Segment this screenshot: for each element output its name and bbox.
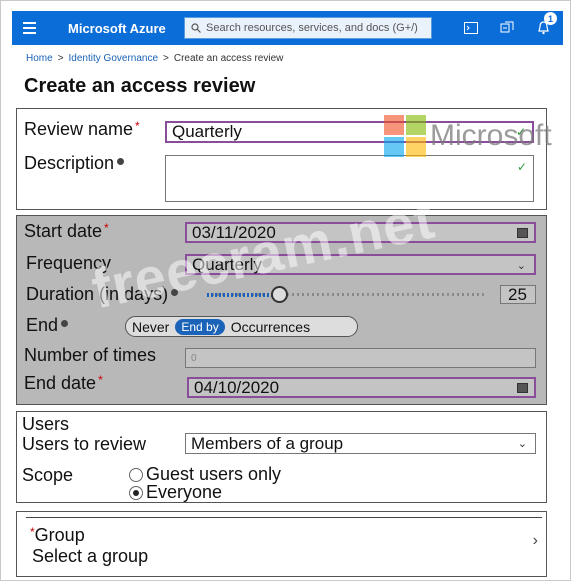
duration-input[interactable]: 25 bbox=[500, 285, 536, 304]
chevron-down-icon: ⌄ bbox=[516, 260, 526, 272]
group-placeholder: Select a group bbox=[32, 546, 149, 566]
end-date-label: End date * bbox=[24, 373, 103, 393]
group-selector[interactable]: *Group Select a group › bbox=[26, 517, 542, 569]
number-of-times-input[interactable]: 0 bbox=[185, 348, 536, 368]
breadcrumb-current: Create an access review bbox=[173, 53, 284, 64]
azure-top-bar: Microsoft Azure Search resources, servic… bbox=[12, 11, 563, 45]
end-option-end-by[interactable]: End by bbox=[175, 318, 225, 335]
description-label: Description bbox=[24, 153, 125, 174]
hamburger-icon[interactable] bbox=[12, 11, 46, 45]
review-name-label: Review name * bbox=[24, 119, 140, 139]
group-label: *Group bbox=[30, 525, 85, 545]
breadcrumb-separator: > bbox=[163, 53, 169, 64]
search-icon bbox=[191, 23, 201, 33]
calendar-icon[interactable] bbox=[517, 228, 528, 238]
checkmark-icon: ✓ bbox=[516, 160, 527, 174]
scope-label: Scope bbox=[22, 465, 74, 485]
calendar-icon[interactable] bbox=[517, 383, 528, 393]
brand-title[interactable]: Microsoft Azure bbox=[68, 21, 180, 36]
users-heading: Users bbox=[22, 414, 70, 434]
chevron-right-icon: › bbox=[532, 532, 538, 549]
notification-bell-icon[interactable]: 1 bbox=[531, 12, 557, 40]
notification-badge: 1 bbox=[544, 12, 557, 25]
slider-thumb[interactable] bbox=[271, 286, 288, 303]
number-of-times-label: Number of times bbox=[24, 345, 157, 365]
duration-slider[interactable] bbox=[207, 286, 487, 303]
search-placeholder: Search resources, services, and docs (G+… bbox=[206, 22, 418, 34]
directory-filter-icon[interactable] bbox=[495, 16, 519, 40]
info-icon[interactable] bbox=[117, 158, 125, 165]
breadcrumb: Home > Identity Governance > Create an a… bbox=[26, 53, 283, 64]
search-input[interactable]: Search resources, services, and docs (G+… bbox=[184, 17, 432, 39]
start-date-label: Start date * bbox=[24, 221, 109, 241]
end-date-picker[interactable]: 04/10/2020 bbox=[187, 377, 536, 398]
microsoft-logo-watermark: Microsoft bbox=[384, 115, 552, 157]
users-section bbox=[16, 411, 547, 503]
breadcrumb-home[interactable]: Home bbox=[26, 53, 53, 64]
end-option-never[interactable]: Never bbox=[126, 319, 175, 335]
users-to-review-dropdown[interactable]: Members of a group ⌄ bbox=[185, 433, 536, 454]
page-title: Create an access review bbox=[24, 75, 256, 97]
end-option-occurrences[interactable]: Occurrences bbox=[225, 319, 316, 335]
users-to-review-label: Users to review bbox=[22, 434, 147, 454]
info-icon[interactable] bbox=[61, 320, 69, 327]
scope-everyone-radio[interactable]: Everyone bbox=[129, 482, 222, 503]
end-label: End bbox=[26, 315, 69, 336]
breadcrumb-separator: > bbox=[57, 53, 64, 64]
breadcrumb-identity-governance[interactable]: Identity Governance bbox=[69, 53, 159, 64]
description-textarea[interactable]: ✓ bbox=[165, 155, 534, 202]
chevron-down-icon: ⌄ bbox=[517, 438, 527, 450]
end-option-toggle: Never End by Occurrences bbox=[125, 316, 358, 337]
cloud-shell-icon[interactable] bbox=[459, 16, 483, 40]
screenshot-frame: Microsoft Azure Search resources, servic… bbox=[0, 0, 571, 581]
